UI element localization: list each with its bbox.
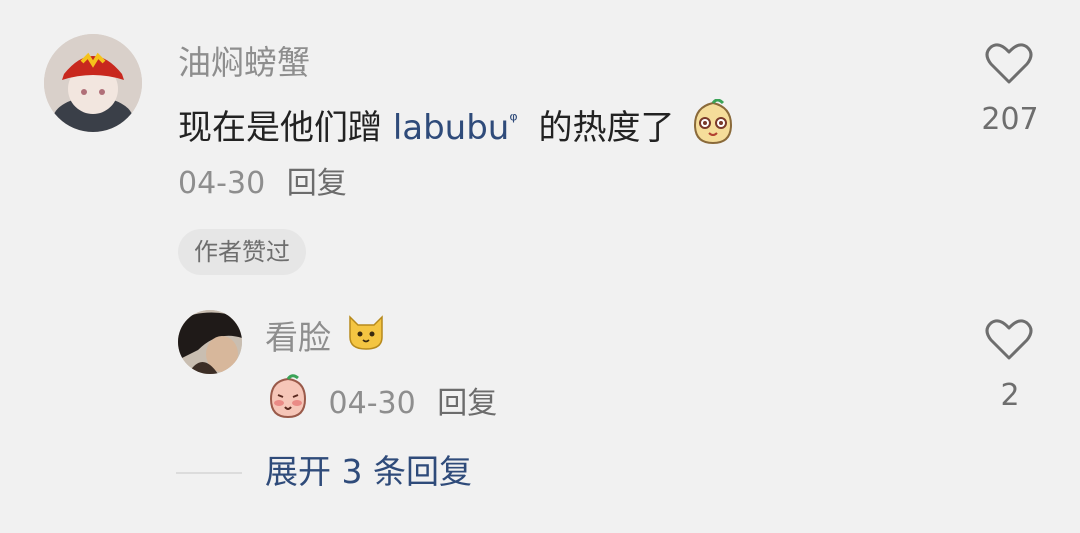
avatar[interactable] (44, 34, 142, 132)
reply-button[interactable]: 回复 (437, 386, 497, 421)
labubu-link[interactable]: labubu (393, 108, 510, 148)
author-liked-badge: 作者赞过 (178, 229, 306, 275)
divider (176, 472, 242, 474)
reply-username-row: 看脸 (265, 313, 386, 363)
avatar[interactable] (178, 310, 242, 374)
peach-blush-sticker-icon (265, 373, 311, 430)
comment-date: 04-30 (178, 166, 266, 201)
like-count: 2 (1000, 378, 1020, 413)
reply-date: 04-30 (328, 386, 416, 421)
comment-text: 现在是他们蹭 labubuᵠ 的热度了 (178, 98, 737, 157)
search-icon[interactable]: ᵠ (509, 108, 517, 132)
peach-face-emoji-icon (689, 98, 737, 154)
comment-meta: 04-30 回复 (178, 166, 347, 202)
expand-replies-button[interactable]: 展开 3 条回复 (265, 452, 472, 492)
comment-text-before: 现在是他们蹭 (178, 108, 393, 148)
comment-text-after: 的热度了 (527, 108, 675, 148)
cat-face-emoji-icon (346, 313, 386, 360)
heart-icon[interactable] (985, 42, 1033, 86)
heart-icon[interactable] (985, 318, 1033, 362)
reply-username[interactable]: 看脸 (265, 318, 331, 357)
comment-username[interactable]: 油焖螃蟹 (178, 44, 310, 82)
reply-meta: 04-30 回复 (265, 373, 497, 433)
like-count: 207 (981, 102, 1039, 137)
reply-button[interactable]: 回复 (287, 166, 347, 201)
